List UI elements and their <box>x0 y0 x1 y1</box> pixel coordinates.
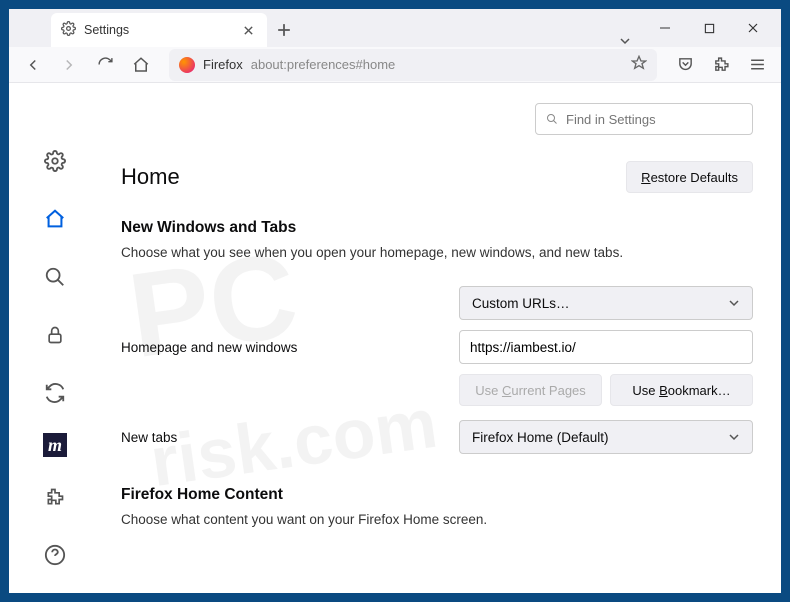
page-title: Home <box>121 164 180 190</box>
maximize-button[interactable] <box>687 12 731 44</box>
chevron-down-icon <box>728 297 740 309</box>
browser-tab[interactable]: Settings <box>51 13 267 47</box>
search-icon <box>546 112 558 126</box>
close-tab-icon[interactable] <box>239 21 257 39</box>
homepage-mode-select[interactable]: Custom URLs… <box>459 286 753 320</box>
back-button[interactable] <box>17 49 49 81</box>
sidebar-home[interactable] <box>37 201 73 237</box>
sidebar-extensions[interactable] <box>37 479 73 515</box>
use-current-pages-button: Use Current Pages <box>459 374 602 406</box>
find-in-settings-input[interactable] <box>566 112 742 127</box>
sidebar-help[interactable] <box>37 537 73 573</box>
newtabs-select[interactable]: Firefox Home (Default) <box>459 420 753 454</box>
url-path: about:preferences#home <box>251 57 396 72</box>
tab-title: Settings <box>84 23 231 37</box>
firefox-logo-icon <box>179 57 195 73</box>
minimize-button[interactable] <box>643 12 687 44</box>
homepage-label: Homepage and new windows <box>121 340 459 355</box>
restore-defaults-button[interactable]: Restore Defaults <box>626 161 753 193</box>
close-window-button[interactable] <box>731 12 775 44</box>
homepage-url-input[interactable] <box>459 330 753 364</box>
menu-button[interactable] <box>741 49 773 81</box>
bookmark-star-icon[interactable] <box>631 55 647 74</box>
sidebar-general[interactable] <box>37 143 73 179</box>
section2-desc: Choose what content you want on your Fir… <box>121 512 753 527</box>
sidebar-privacy[interactable] <box>37 317 73 353</box>
url-prefix: Firefox <box>203 57 243 72</box>
gear-icon <box>61 21 76 39</box>
forward-button[interactable] <box>53 49 85 81</box>
newtabs-label: New tabs <box>121 430 459 445</box>
url-bar[interactable]: Firefox about:preferences#home <box>169 49 657 81</box>
extensions-icon[interactable] <box>705 49 737 81</box>
use-bookmark-button[interactable]: Use Bookmark… <box>610 374 753 406</box>
home-button[interactable] <box>125 49 157 81</box>
sidebar-more[interactable]: m <box>43 433 67 457</box>
new-tab-button[interactable] <box>267 13 301 47</box>
chevron-down-icon <box>728 431 740 443</box>
sidebar-search[interactable] <box>37 259 73 295</box>
section-desc: Choose what you see when you open your h… <box>121 245 753 260</box>
tabs-dropdown-icon[interactable] <box>607 35 643 47</box>
pocket-icon[interactable] <box>669 49 701 81</box>
find-in-settings[interactable] <box>535 103 753 135</box>
reload-button[interactable] <box>89 49 121 81</box>
section2-title: Firefox Home Content <box>121 486 753 504</box>
section-title: New Windows and Tabs <box>121 219 753 237</box>
sidebar-sync[interactable] <box>37 375 73 411</box>
